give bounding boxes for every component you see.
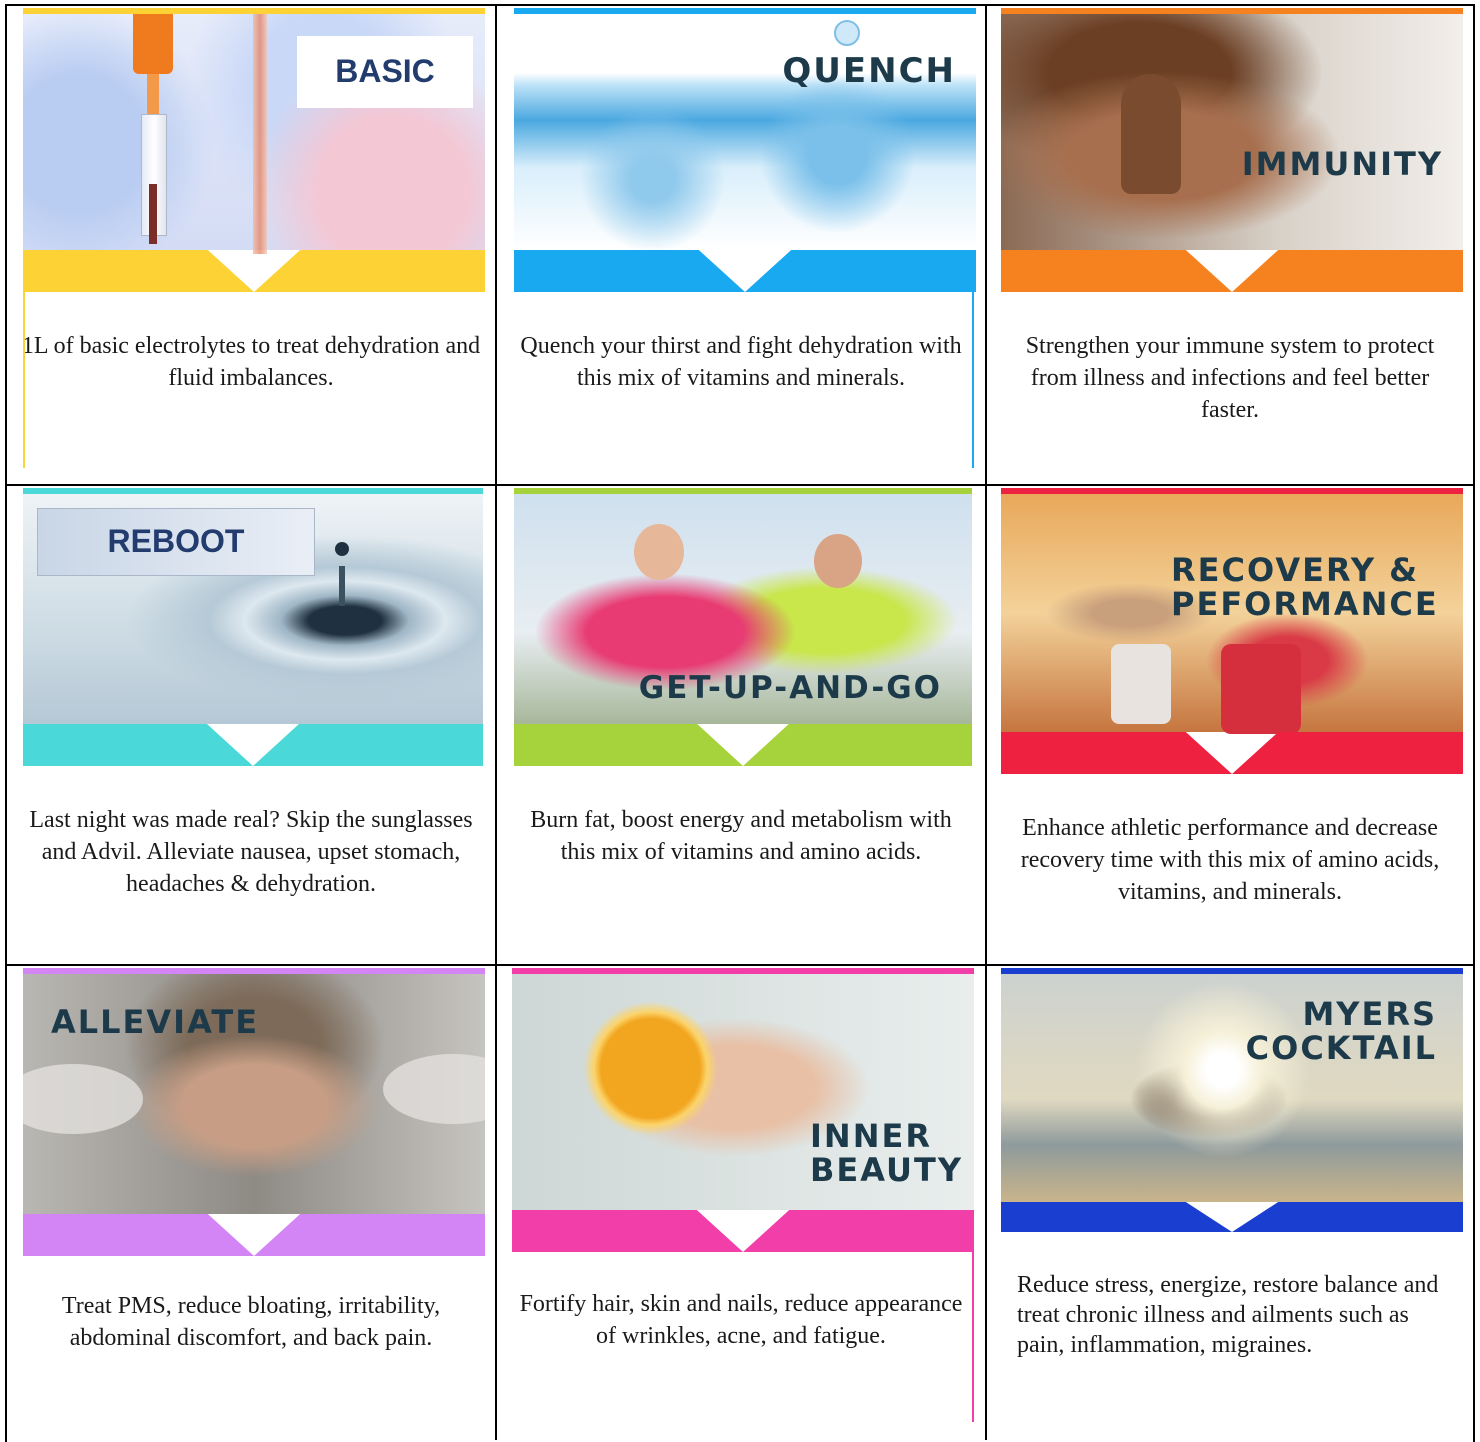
accent-stripe: [514, 724, 972, 766]
card-description: Burn fat, boost energy and metabolism wi…: [530, 807, 952, 865]
card-alleviate: ALLEVIATE Treat PMS, reduce bloating, ir…: [7, 966, 497, 1440]
card-description: Quench your thirst and fight dehydration…: [520, 333, 962, 391]
banner-recovery: RECOVERY & PEFORMANCE: [1001, 488, 1463, 774]
card-get-up-and-go: GET-UP-AND-GO Burn fat, boost energy and…: [497, 486, 987, 966]
card-recovery: RECOVERY & PEFORMANCE Enhance athletic p…: [987, 486, 1473, 966]
card-description: Enhance athletic performance and decreas…: [1020, 815, 1440, 905]
banner-myers: MYERS COCKTAIL: [1001, 968, 1463, 1232]
woman-praying-photo: [1001, 14, 1463, 250]
card-label: QUENCH: [782, 51, 956, 91]
card-basic: BASIC 1L of basic electrolytes to treat …: [7, 6, 497, 486]
card-myers: MYERS COCKTAIL Reduce stress, energize, …: [987, 966, 1473, 1440]
banner-get-up-and-go: GET-UP-AND-GO: [514, 488, 972, 766]
card-description: Treat PMS, reduce bloating, irritability…: [61, 1293, 441, 1351]
banner-immunity: IMMUNITY: [1001, 8, 1463, 292]
iv-therapy-menu-table: BASIC 1L of basic electrolytes to treat …: [5, 4, 1475, 1442]
water-photo: [514, 14, 976, 250]
accent-stripe: [1001, 250, 1463, 292]
banner-inner-beauty: INNER BEAUTY: [512, 968, 974, 1252]
card-immunity: IMMUNITY Strengthen your immune system t…: [987, 6, 1473, 486]
card-label: IMMUNITY: [1241, 145, 1443, 183]
banner-basic: BASIC: [23, 8, 485, 292]
card-label: REBOOT: [37, 508, 315, 576]
card-label: MYERS COCKTAIL: [1245, 995, 1437, 1067]
accent-stripe: [1001, 732, 1463, 774]
card-description: Reduce stress, energize, restore balance…: [1017, 1272, 1439, 1358]
card-description: Fortify hair, skin and nails, reduce app…: [519, 1291, 963, 1349]
card-description: Last night was made real? Skip the sungl…: [29, 807, 473, 897]
accent-stripe: [23, 250, 485, 292]
accent-stripe: [23, 1214, 485, 1256]
accent-stripe: [23, 724, 483, 766]
card-description: Strengthen your immune system to protect…: [1025, 333, 1435, 423]
card-label: BASIC: [297, 36, 473, 108]
card-description: 1L of basic electrolytes to treat dehydr…: [21, 333, 481, 391]
accent-stripe: [514, 250, 976, 292]
card-inner-beauty: INNER BEAUTY Fortify hair, skin and nail…: [497, 966, 987, 1440]
card-label: INNER BEAUTY: [810, 1117, 964, 1189]
card-label: GET-UP-AND-GO: [638, 670, 942, 706]
banner-quench: QUENCH: [514, 8, 976, 292]
card-quench: QUENCH Quench your thirst and fight dehy…: [497, 6, 987, 486]
accent-stripe: [1001, 1202, 1463, 1232]
card-label: ALLEVIATE: [51, 1003, 260, 1041]
card-reboot: REBOOT Last night was made real? Skip th…: [7, 486, 497, 966]
banner-reboot: REBOOT: [23, 488, 483, 766]
card-label: RECOVERY & PEFORMANCE: [1171, 551, 1439, 623]
banner-alleviate: ALLEVIATE: [23, 968, 485, 1256]
accent-stripe: [512, 1210, 974, 1252]
